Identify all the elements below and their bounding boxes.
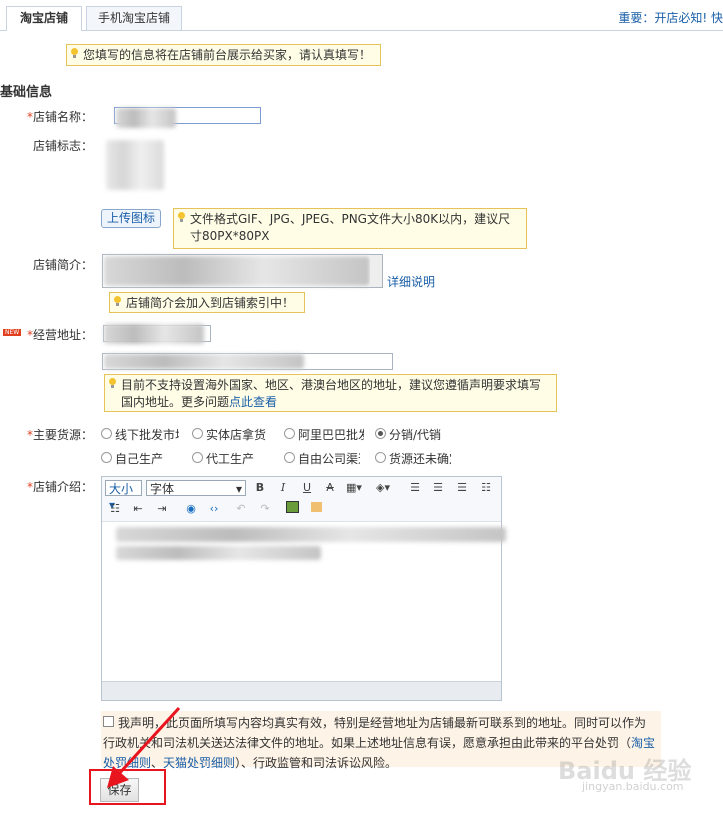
description-label-text: 店铺介绍： — [33, 480, 94, 494]
underline-button[interactable]: U — [299, 480, 315, 496]
must-know-link[interactable]: 开店必知 — [654, 11, 702, 25]
redacted-description-line2 — [116, 546, 321, 560]
outdent-icon[interactable]: ⇤ — [130, 501, 146, 517]
bulb-icon — [109, 378, 116, 388]
notice-tip: 您填写的信息将在店铺前台展示给买家，请认真填写！ — [66, 44, 381, 66]
redacted-description-line1 — [116, 527, 506, 542]
tab-mobile-shop[interactable]: 手机淘宝店铺 — [86, 6, 182, 30]
redo-icon[interactable]: ↷ — [257, 501, 273, 517]
radio-label: 货源还未确定 — [389, 452, 451, 466]
align-center-icon[interactable]: ☰ — [430, 480, 446, 496]
font-family-select[interactable]: 字体 ▾ — [146, 480, 246, 496]
logo-tip-text: 文件格式GIF、JPG、JPEG、PNG文件大小80K以内，建议尺寸80PX*8… — [190, 212, 511, 243]
redacted-shop-intro — [104, 256, 370, 286]
shop-name-label: *店铺名称： — [27, 108, 93, 125]
flash-icon[interactable] — [308, 501, 324, 517]
font-size-select[interactable]: 大小 ▾ — [105, 480, 142, 512]
bulb-icon — [178, 212, 185, 222]
radio-icon[interactable] — [101, 452, 112, 463]
radio-icon[interactable] — [101, 428, 112, 439]
watermark-url: jingyan.baidu.com — [582, 780, 684, 793]
ordered-list-icon[interactable]: ☷ — [107, 501, 123, 517]
bulb-icon — [114, 296, 121, 306]
important-notice: 重要：开店必知! 快 — [618, 9, 723, 26]
red-arrow-annotation — [107, 706, 181, 788]
source-code-icon[interactable]: ‹› — [206, 501, 222, 517]
description-label: *店铺介绍： — [27, 478, 93, 495]
radio-label: 自己生产 — [115, 452, 164, 466]
address-tip-text: 目前不支持设置海外国家、地区、港澳台地区的地址，建议您遵循声明要求填写国内地址。… — [121, 378, 542, 409]
tab-bar: 淘宝店铺 手机淘宝店铺 重要：开店必知! 快 — [0, 0, 723, 31]
font-family-value: 字体 — [150, 482, 175, 496]
tab-taobao-shop[interactable]: 淘宝店铺 — [6, 6, 82, 31]
italic-button[interactable]: I — [275, 480, 291, 496]
radio-icon[interactable] — [192, 428, 203, 439]
address-tip: 目前不支持设置海外国家、地区、港澳台地区的地址，建议您遵循声明要求填写国内地址。… — [104, 374, 557, 412]
radio-label: 实体店拿货 — [206, 428, 267, 442]
new-badge: NEW — [3, 329, 22, 336]
rich-text-editor[interactable]: 大小 ▾ 字体 ▾ B I U A ▦▾ ◈▾ ☰ ☰ ☰ ☷ ☷ ⇤ ⇥ ◉ ‹… — [101, 476, 506, 701]
address-label-text: 经营地址： — [33, 328, 94, 342]
shop-logo-label: 店铺标志： — [33, 139, 94, 153]
redacted-region — [104, 324, 204, 344]
radio-icon-selected[interactable] — [375, 428, 386, 439]
view-here-link[interactable]: 点此查看 — [229, 395, 277, 409]
font-color-icon[interactable]: ▦▾ — [346, 480, 362, 496]
radio-label: 代工生产 — [206, 452, 255, 466]
background-color-icon[interactable]: ◈▾ — [375, 480, 391, 496]
important-prefix: 重要： — [618, 11, 655, 25]
editor-resize-bar[interactable] — [102, 681, 501, 700]
redacted-shop-name — [116, 108, 176, 128]
source-label-text: 主要货源： — [33, 428, 94, 442]
radio-wholesale-market[interactable]: 线下批发市场 — [101, 426, 179, 443]
shop-name-label-text: 店铺名称： — [33, 110, 94, 124]
bulb-icon — [71, 48, 78, 58]
declaration-text-end: ）、行政监管和司法诉讼风险。 — [235, 756, 398, 770]
radio-label: 自由公司渠道 — [298, 452, 360, 466]
notice-text: 您填写的信息将在店铺前台展示给买家，请认真填写！ — [83, 48, 372, 62]
radio-undecided[interactable]: 货源还未确定 — [375, 450, 451, 467]
bold-button[interactable]: B — [252, 480, 268, 496]
textarea-scrollbar[interactable] — [370, 255, 382, 287]
radio-alibaba[interactable]: 阿里巴巴批发 — [284, 426, 364, 443]
link-icon[interactable]: ◉ — [183, 501, 199, 517]
section-title: 基础信息 — [0, 85, 53, 100]
radio-icon[interactable] — [284, 428, 295, 439]
radio-oem[interactable]: 代工生产 — [192, 450, 254, 467]
source-label: *主要货源： — [27, 426, 93, 443]
undo-icon[interactable]: ↶ — [233, 501, 249, 517]
align-right-icon[interactable]: ☰ — [454, 480, 470, 496]
radio-label: 线下批发市场 — [115, 428, 179, 442]
radio-distribution[interactable]: 分销/代销 — [375, 426, 441, 443]
align-left-icon[interactable]: ☰ — [407, 480, 423, 496]
intro-tip: 店铺简介会加入到店铺索引中！ — [109, 292, 305, 313]
radio-label: 阿里巴巴批发 — [298, 428, 364, 442]
tab-label: 手机淘宝店铺 — [97, 11, 170, 25]
list-icon[interactable]: ☷ — [478, 480, 494, 496]
radio-icon[interactable] — [284, 452, 295, 463]
radio-physical-store[interactable]: 实体店拿货 — [192, 426, 266, 443]
address-label: *经营地址： — [27, 326, 93, 343]
editor-toolbar: 大小 ▾ 字体 ▾ B I U A ▦▾ ◈▾ ☰ ☰ ☰ ☷ ☷ ⇤ ⇥ ◉ ‹… — [102, 477, 501, 522]
radio-own-channel[interactable]: 自由公司渠道 — [284, 450, 360, 467]
logo-image — [106, 140, 164, 190]
radio-self-produced[interactable]: 自己生产 — [101, 450, 163, 467]
radio-icon[interactable] — [375, 452, 386, 463]
image-icon[interactable] — [284, 501, 300, 517]
radio-label: 分销/代销 — [389, 428, 442, 442]
logo-tip: 文件格式GIF、JPG、JPEG、PNG文件大小80K以内，建议尺寸80PX*8… — [173, 208, 527, 249]
radio-icon[interactable] — [192, 452, 203, 463]
upload-icon-button[interactable]: 上传图标 — [101, 209, 161, 228]
font-size-value: 大小 — [109, 482, 134, 496]
strikethrough-button[interactable]: A — [322, 480, 338, 496]
indent-icon[interactable]: ⇥ — [154, 501, 170, 517]
shop-intro-label: 店铺简介： — [33, 258, 94, 272]
intro-tip-text: 店铺简介会加入到店铺索引中！ — [126, 296, 295, 310]
important-suffix: ! 快 — [702, 11, 723, 25]
detail-link[interactable]: 详细说明 — [387, 273, 435, 290]
tab-label: 淘宝店铺 — [19, 11, 68, 25]
redacted-address — [104, 354, 304, 369]
